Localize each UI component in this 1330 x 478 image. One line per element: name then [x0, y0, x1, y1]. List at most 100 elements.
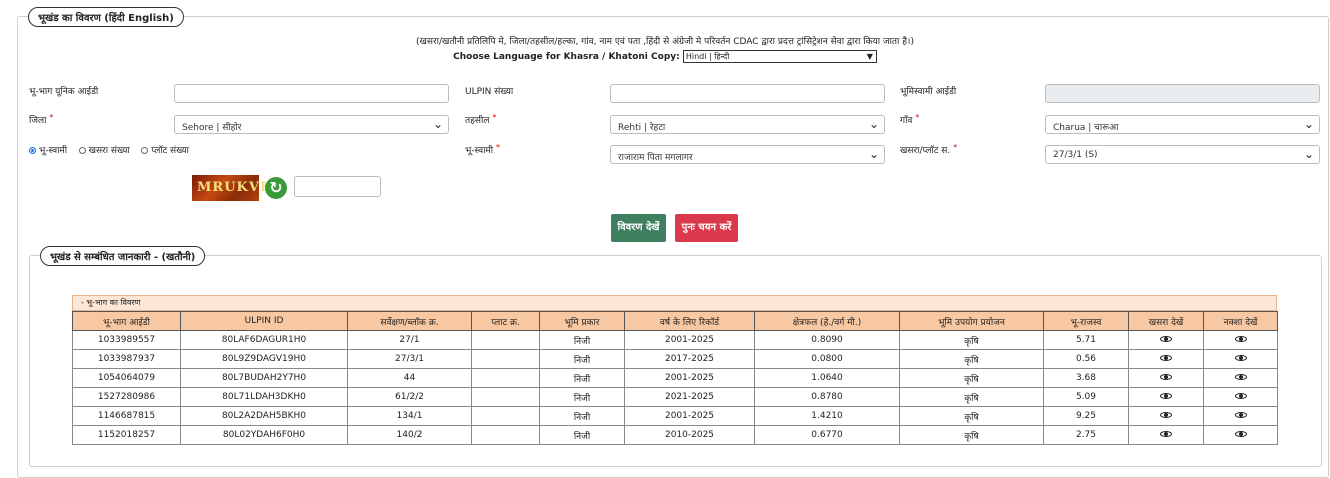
village-select[interactable]: Charua | चारूआ ⌄	[1045, 115, 1320, 134]
captcha-input[interactable]	[294, 176, 381, 197]
district-label-text: जिला	[29, 116, 47, 126]
reselect-button[interactable]: पुनः चयन करें	[675, 214, 738, 242]
required-mark: *	[953, 143, 958, 152]
ulpin-input[interactable]	[610, 84, 885, 103]
table-cell: 2.75	[1043, 425, 1129, 445]
view-khasra-cell[interactable]	[1128, 406, 1204, 426]
radio-khasra-label[interactable]: खसरा संख्या	[89, 146, 130, 156]
table-cell	[471, 330, 540, 350]
radio-khasra[interactable]: खसरा संख्या	[78, 146, 130, 156]
refresh-icon[interactable]: ↻	[265, 177, 287, 199]
table-row: 1152018257 80L02YDAH6F0H0 140/2 निजी 2010-20…	[72, 425, 1278, 445]
table-cell: 27/3/1	[347, 349, 472, 369]
view-khasra-cell[interactable]	[1128, 349, 1204, 369]
table-cell: 1054064079	[72, 368, 181, 388]
view-khasra-cell[interactable]	[1128, 387, 1204, 407]
table-cell: 5.71	[1043, 330, 1129, 350]
table-cell: 1033989557	[72, 330, 181, 350]
radio-plot-indicator[interactable]	[141, 147, 149, 154]
table-cell: 2001-2025	[624, 406, 755, 426]
view-map-cell[interactable]	[1203, 406, 1278, 426]
table-cell: 80L71LDAH3DKH0	[180, 387, 348, 407]
view-map-icon[interactable]	[1234, 336, 1247, 342]
table-row: 1033987937 80L9Z9DAGV19H0 27/3/1 निजी 2017-2…	[72, 349, 1278, 369]
view-khasra-icon[interactable]	[1160, 374, 1172, 380]
view-map-cell[interactable]	[1203, 349, 1278, 369]
radio-plot[interactable]: प्लॉट संख्या	[141, 146, 189, 156]
radio-owner-label[interactable]: भू-स्वामी	[39, 146, 67, 156]
language-select-value: Hindi | हिन्दी	[685, 52, 730, 61]
radio-owner[interactable]: भू-स्वामी	[29, 146, 67, 156]
view-map-icon[interactable]	[1234, 374, 1247, 380]
land-records-table: - भू-भाग का विवरण भू-भाग आईडी ULPIN ID सर्…	[72, 295, 1278, 445]
view-khasra-icon[interactable]	[1160, 412, 1172, 418]
table-cell: निजी	[539, 368, 625, 388]
required-mark: *	[915, 113, 920, 122]
table-cell: 140/2	[347, 425, 472, 445]
table-row: 1033989557 80LAF6DAGUR1H0 27/1 निजी 2001-202…	[72, 330, 1278, 350]
owner-select[interactable]: राजाराम पिता मगलागर ⌄	[610, 145, 885, 164]
table-cell: 9.25	[1043, 406, 1129, 426]
view-map-icon[interactable]	[1234, 355, 1247, 361]
tehsil-label: तहसील *	[465, 113, 496, 126]
language-label: Choose Language for Khasra / Khatoni Cop…	[453, 52, 680, 62]
view-map-cell[interactable]	[1203, 368, 1278, 388]
required-mark: *	[496, 143, 500, 152]
village-label: गाँव *	[900, 113, 919, 126]
view-khasra-icon[interactable]	[1160, 431, 1172, 437]
view-map-icon[interactable]	[1234, 393, 1247, 399]
view-khasra-icon[interactable]	[1160, 393, 1172, 399]
table-cell: निजी	[539, 406, 625, 426]
table-cell	[471, 406, 540, 426]
column-header: सर्वेक्षण/ब्लॉक क्र.	[347, 311, 472, 331]
bhubhag-id-input[interactable]	[174, 84, 449, 103]
view-khasra-icon[interactable]	[1160, 355, 1172, 361]
column-header: वर्ष के लिए रिकॉर्ड	[624, 311, 755, 331]
table-row: 1054064079 80L7BUDAH2Y7H0 44 निजी 2001-2025 1…	[72, 368, 1278, 388]
radio-khasra-indicator[interactable]	[78, 147, 86, 154]
owner-label: भू-स्वामी *	[465, 143, 500, 156]
khasra-plot-select[interactable]: 27/3/1 (S) ⌄	[1045, 145, 1320, 164]
view-map-cell[interactable]	[1203, 387, 1278, 407]
tehsil-select-value: Rehti | रेहटा	[618, 123, 666, 133]
bhoomiswami-id-label: भूमिस्वामी आईडी	[900, 87, 957, 97]
khasra-plot-label: खसरा/प्लॉट स. *	[900, 143, 957, 156]
view-details-button[interactable]: विवरण देखें	[611, 214, 666, 242]
table-cell: 27/1	[347, 330, 472, 350]
view-map-cell[interactable]	[1203, 330, 1278, 350]
village-select-value: Charua | चारूआ	[1053, 123, 1119, 133]
table-cell: कृषि	[899, 368, 1044, 388]
view-khasra-cell[interactable]	[1128, 425, 1204, 445]
chevron-down-icon: ⌄	[432, 117, 443, 131]
table-cell: कृषि	[899, 387, 1044, 407]
chevron-down-icon: ⌄	[868, 147, 879, 161]
view-khasra-cell[interactable]	[1128, 330, 1204, 350]
table-cell: 2001-2025	[624, 368, 755, 388]
chevron-down-icon: ⌄	[1303, 117, 1314, 131]
radio-plot-label[interactable]: प्लॉट संख्या	[151, 146, 189, 156]
tehsil-select[interactable]: Rehti | रेहटा ⌄	[610, 115, 885, 134]
table-cell: 0.8780	[754, 387, 900, 407]
section-title: भूखंड का विवरण (हिंदी English)	[28, 7, 184, 27]
bhubhag-id-label: भू-भाग यूनिक आईडी	[29, 87, 99, 97]
table-cell: 1.4210	[754, 406, 900, 426]
district-label: जिला *	[29, 113, 53, 126]
view-khasra-icon[interactable]	[1160, 336, 1172, 342]
required-mark: *	[492, 113, 497, 122]
district-select[interactable]: Sehore | सीहोर ⌄	[174, 115, 449, 134]
table-cell: 2021-2025	[624, 387, 755, 407]
language-select[interactable]: Hindi | हिन्दी ▼	[682, 50, 877, 63]
table-caption: - भू-भाग का विवरण	[72, 295, 1277, 311]
column-header: ULPIN ID	[180, 311, 348, 331]
table-cell: 3.68	[1043, 368, 1129, 388]
table-cell: 0.56	[1043, 349, 1129, 369]
view-khasra-cell[interactable]	[1128, 368, 1204, 388]
table-cell: 80L9Z9DAGV19H0	[180, 349, 348, 369]
view-map-icon[interactable]	[1234, 412, 1247, 418]
table-cell: 1152018257	[72, 425, 181, 445]
table-cell: 1.0640	[754, 368, 900, 388]
view-map-cell[interactable]	[1203, 425, 1278, 445]
view-map-icon[interactable]	[1234, 431, 1247, 437]
radio-owner-indicator[interactable]	[29, 147, 36, 154]
table-cell: 0.6770	[754, 425, 900, 445]
